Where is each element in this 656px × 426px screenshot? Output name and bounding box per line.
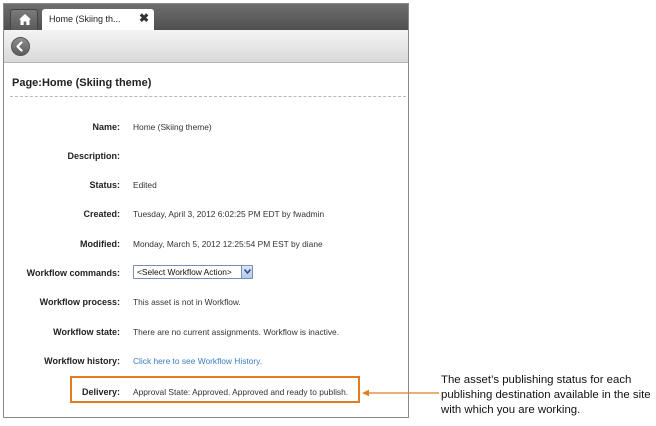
callout-arrow — [362, 389, 439, 397]
description-label: Description: — [67, 151, 120, 161]
workflow-process-value: This asset is not in Workflow. — [133, 297, 241, 307]
name-row: Name: Home (Skiing theme) — [4, 120, 408, 136]
home-icon — [19, 14, 31, 25]
modified-value: Monday, March 5, 2012 12:25:54 PM EST by… — [133, 239, 323, 249]
workflow-action-select[interactable]: <Select Workflow Action> — [133, 265, 253, 279]
chevron-down-icon — [244, 269, 251, 274]
created-value: Tuesday, April 3, 2012 6:02:25 PM EDT by… — [133, 209, 325, 219]
workflow-commands-row: Workflow commands: <Select Workflow Acti… — [4, 265, 408, 282]
workflow-commands-label: Workflow commands: — [26, 268, 120, 278]
back-arrow-icon — [16, 41, 23, 52]
description-row: Description: — [4, 149, 408, 165]
page-title: Page:Home (Skiing theme) — [12, 77, 152, 89]
home-tab[interactable] — [10, 9, 38, 30]
status-value: Edited — [133, 180, 157, 190]
tab-label: Home (Skiing th... — [49, 14, 121, 24]
modified-label: Modified: — [80, 239, 120, 249]
callout-text: The asset’s publishing status for each p… — [441, 374, 651, 416]
modified-row: Modified: Monday, March 5, 2012 12:25:54… — [4, 237, 408, 253]
toolbar — [4, 30, 408, 63]
workflow-history-row: Workflow history: Click here to see Work… — [4, 354, 408, 370]
workflow-process-label: Workflow process: — [39, 297, 120, 307]
tab-bar: Home (Skiing th... ✖ — [4, 4, 408, 30]
workflow-state-row: Workflow state: There are no current ass… — [4, 325, 408, 341]
workflow-history-label: Workflow history: — [44, 356, 120, 366]
workflow-state-label: Workflow state: — [53, 327, 120, 337]
workflow-process-row: Workflow process: This asset is not in W… — [4, 295, 408, 311]
asset-window: Home (Skiing th... ✖ Page:Home (Skiing t… — [3, 3, 409, 418]
created-label: Created: — [83, 209, 120, 219]
back-button[interactable] — [11, 37, 30, 56]
tab-home-skiing-theme[interactable]: Home (Skiing th... ✖ — [42, 9, 154, 30]
name-value: Home (Skiing theme) — [133, 122, 212, 132]
delivery-highlight-box — [70, 376, 360, 403]
status-row: Status: Edited — [4, 178, 408, 194]
workflow-state-value: There are no current assignments. Workfl… — [133, 327, 340, 337]
name-label: Name: — [92, 122, 120, 132]
created-row: Created: Tuesday, April 3, 2012 6:02:25 … — [4, 207, 408, 223]
workflow-action-selected: <Select Workflow Action> — [137, 267, 232, 277]
close-icon[interactable]: ✖ — [138, 12, 150, 24]
workflow-history-link[interactable]: Click here to see Workflow History. — [133, 354, 262, 368]
title-divider — [10, 96, 406, 97]
dropdown-button[interactable] — [241, 266, 252, 278]
status-label: Status: — [89, 180, 120, 190]
